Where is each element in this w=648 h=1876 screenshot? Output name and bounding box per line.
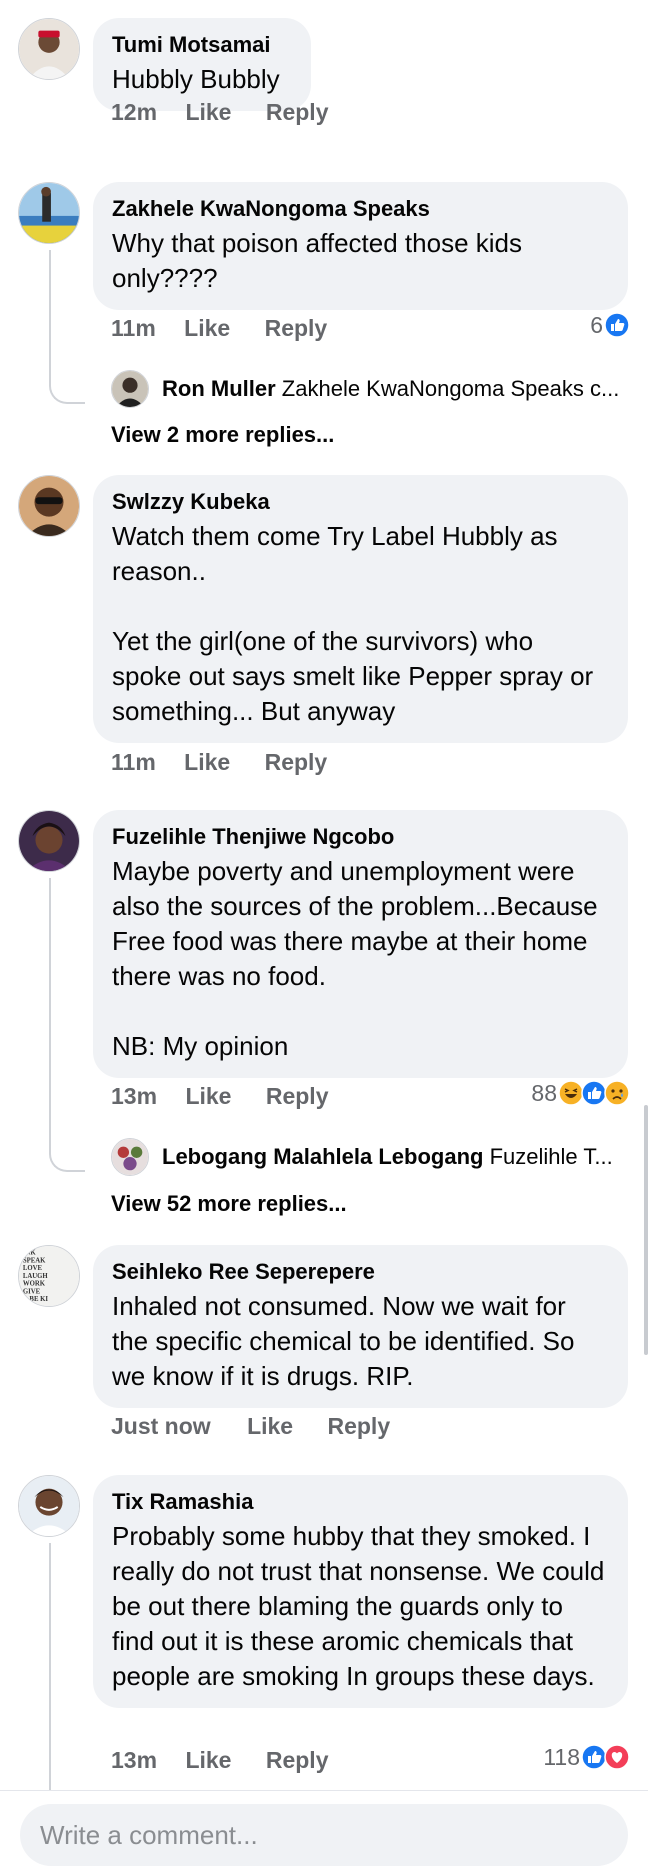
reply-button[interactable]: Reply: [265, 313, 328, 343]
avatar[interactable]: [111, 1138, 149, 1176]
reaction-count: 6: [590, 312, 603, 338]
reply-button[interactable]: Reply: [327, 1411, 390, 1441]
avatar[interactable]: [18, 475, 80, 537]
comment-bubble: Seihleko Ree Seperepere Inhaled not cons…: [93, 1245, 628, 1408]
comment-actions: 11m Like Reply: [111, 747, 327, 777]
comment-actions: 13m Like Reply: [111, 1745, 329, 1775]
view-more-replies[interactable]: View 52 more replies...: [111, 1189, 347, 1219]
avatar-text: GIVE: [23, 1288, 41, 1295]
view-more-replies[interactable]: View 2 more replies...: [111, 420, 334, 450]
comment-actions: 13m Like Reply: [111, 1081, 329, 1111]
commenter-name[interactable]: Swlzzy Kubeka: [112, 488, 606, 516]
comment-time[interactable]: 11m: [111, 313, 156, 343]
reply-text: Zakhele KwaNongoma Speaks c...: [281, 376, 620, 401]
avatar-text: D BE KI: [23, 1296, 49, 1303]
avatar-text: INK: [23, 1250, 37, 1257]
reply-author[interactable]: Ron Muller: [162, 376, 276, 401]
avatar-text: LOVE: [23, 1265, 43, 1272]
reply-preview[interactable]: Lebogang Malahlela Lebogang Fuzelihle T.…: [162, 1142, 628, 1172]
reply-button[interactable]: Reply: [266, 97, 329, 127]
comment-text: NB: My opinion: [112, 1031, 289, 1061]
reply-connector: [49, 1148, 85, 1172]
reaction-count: 118: [543, 1744, 580, 1770]
comment-text: Probably some hubby that they smoked. I …: [112, 1521, 605, 1691]
comment-text: Why that poison affected those kids only…: [112, 228, 522, 293]
avatar[interactable]: [111, 370, 149, 408]
comment-time[interactable]: Just now: [111, 1411, 211, 1441]
comment-bubble: Zakhele KwaNongoma Speaks Why that poiso…: [93, 182, 628, 310]
comment-actions: 12m Like Reply: [111, 97, 329, 127]
reaction-count: 88: [531, 1080, 557, 1106]
love-icon: [604, 1744, 630, 1770]
commenter-name[interactable]: Tix Ramashia: [112, 1488, 606, 1516]
like-button[interactable]: Like: [185, 1745, 231, 1775]
sad-icon: [604, 1080, 630, 1106]
avatar[interactable]: [18, 18, 80, 80]
comment-text: Yet the girl(one of the survivors) who s…: [112, 626, 594, 726]
comment-actions: Just now Like Reply: [111, 1411, 390, 1441]
scrollbar[interactable]: [644, 1105, 648, 1355]
like-button[interactable]: Like: [185, 1081, 231, 1111]
avatar-text: SPEAK: [23, 1257, 46, 1264]
comment-text: Hubbly Bubbly: [112, 64, 280, 94]
avatar-text: WORK: [23, 1281, 46, 1288]
avatar[interactable]: [18, 1475, 80, 1537]
reply-preview[interactable]: Ron Muller Zakhele KwaNongoma Speaks c..…: [162, 374, 628, 404]
comment-time[interactable]: 13m: [111, 1081, 157, 1111]
reaction-summary[interactable]: 6: [590, 310, 630, 340]
comment-actions: 11m Like Reply: [111, 313, 327, 343]
comment-bubble: Tix Ramashia Probably some hubby that th…: [93, 1475, 628, 1708]
commenter-name[interactable]: Seihleko Ree Seperepere: [112, 1258, 606, 1286]
avatar[interactable]: [18, 810, 80, 872]
comment-time[interactable]: 13m: [111, 1745, 157, 1775]
reply-author[interactable]: Lebogang Malahlela Lebogang: [162, 1144, 483, 1169]
comment-time[interactable]: 12m: [111, 97, 157, 127]
like-button[interactable]: Like: [185, 97, 231, 127]
comment-time[interactable]: 11m: [111, 747, 156, 777]
comment-text: Watch them come Try Label Hubbly as reas…: [112, 521, 558, 586]
reaction-summary[interactable]: 118: [543, 1742, 630, 1772]
like-button[interactable]: Like: [184, 747, 230, 777]
avatar-text: LAUGH: [23, 1273, 49, 1280]
like-button[interactable]: Like: [247, 1411, 293, 1441]
like-icon: [604, 312, 630, 338]
comment-input[interactable]: [20, 1804, 628, 1866]
comment-bubble: Swlzzy Kubeka Watch them come Try Label …: [93, 475, 628, 743]
reply-connector: [49, 380, 85, 404]
thread-line: [49, 250, 51, 380]
reaction-summary[interactable]: 88: [531, 1078, 630, 1108]
reply-button[interactable]: Reply: [265, 747, 328, 777]
avatar[interactable]: INK SPEAK LOVE LAUGH WORK GIVE D BE KI: [18, 1245, 80, 1307]
commenter-name[interactable]: Fuzelihle Thenjiwe Ngcobo: [112, 823, 606, 851]
thread-line: [49, 1543, 51, 1790]
commenter-name[interactable]: Zakhele KwaNongoma Speaks: [112, 195, 606, 223]
reply-text: Fuzelihle T...: [489, 1144, 613, 1169]
avatar[interactable]: [18, 182, 80, 244]
comment-text: Maybe poverty and unemployment were also…: [112, 856, 598, 991]
thread-line: [49, 878, 51, 1148]
reply-button[interactable]: Reply: [266, 1081, 329, 1111]
like-button[interactable]: Like: [184, 313, 230, 343]
comment-composer: [0, 1790, 648, 1876]
comment-text: Inhaled not consumed. Now we wait for th…: [112, 1291, 575, 1391]
reply-button[interactable]: Reply: [266, 1745, 329, 1775]
comment-bubble: Fuzelihle Thenjiwe Ngcobo Maybe poverty …: [93, 810, 628, 1078]
commenter-name[interactable]: Tumi Motsamai: [112, 31, 289, 59]
